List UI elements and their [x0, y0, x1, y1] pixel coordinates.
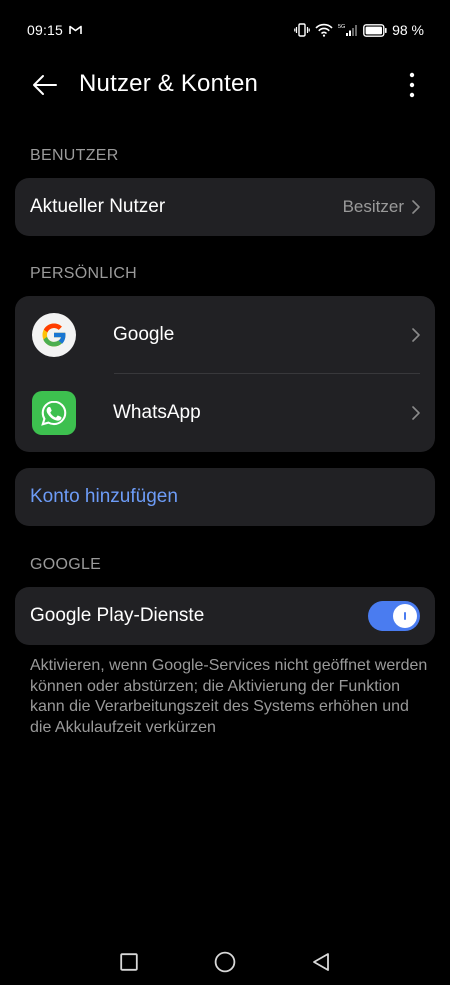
current-user-value: Besitzer [342, 197, 404, 216]
account-label-whatsapp: WhatsApp [113, 402, 201, 423]
account-google-right [412, 328, 420, 342]
battery-percent: 98 % [392, 22, 424, 38]
battery-icon [363, 23, 387, 37]
chevron-right-icon [412, 328, 420, 342]
more-vertical-icon [409, 72, 415, 98]
chevron-right-icon [412, 200, 420, 214]
app-bar: Nutzer & Konten [0, 58, 450, 112]
wifi-icon [315, 23, 333, 37]
play-services-row: Google Play-Dienste [15, 587, 435, 645]
arrow-left-icon [33, 75, 57, 95]
status-left: 09:15 [27, 22, 82, 38]
status-time: 09:15 [27, 22, 64, 38]
current-user-label: Aktueller Nutzer [30, 196, 166, 217]
account-whatsapp-right [412, 406, 420, 420]
add-account-card: Konto hinzufügen [15, 468, 435, 526]
chevron-right-icon [412, 406, 420, 420]
svg-text:5G: 5G [338, 24, 345, 30]
vibrate-icon [294, 23, 310, 37]
page-title: Nutzer & Konten [79, 70, 259, 97]
home-button[interactable] [213, 950, 237, 974]
current-user-row[interactable]: Aktueller Nutzer Besitzer [15, 178, 435, 236]
square-icon [120, 953, 138, 971]
section-header-google: GOOGLE [30, 556, 102, 573]
toggle-knob [393, 604, 417, 628]
play-services-description: Aktivieren, wenn Google-Services nicht g… [30, 657, 428, 736]
play-services-label: Google Play-Dienste [30, 605, 205, 626]
account-row-whatsapp[interactable]: WhatsApp [15, 374, 435, 452]
back-nav-button[interactable] [309, 950, 333, 974]
recents-button[interactable] [117, 950, 141, 974]
status-right: 5G 98 % [294, 22, 424, 38]
account-label-google: Google [113, 324, 175, 345]
play-services-right [368, 601, 420, 631]
navigation-bar [0, 940, 450, 984]
users-card: Aktueller Nutzer Besitzer [15, 178, 435, 236]
whatsapp-icon [32, 391, 76, 435]
add-account-label: Konto hinzufügen [30, 486, 178, 507]
back-button[interactable] [30, 70, 60, 100]
circle-icon [214, 951, 236, 973]
status-bar: 09:15 5G 98 % [0, 0, 450, 60]
more-options-button[interactable] [400, 70, 424, 100]
section-header-users: BENUTZER [30, 147, 119, 164]
current-user-right: Besitzer [343, 197, 420, 217]
accounts-card: Google WhatsApp [15, 296, 435, 452]
screen: 09:15 5G 98 % Nutzer & Konten BENUTZER A… [0, 0, 450, 985]
play-services-toggle[interactable] [368, 601, 420, 631]
section-header-personal: PERSÖNLICH [30, 265, 138, 282]
google-card: Google Play-Dienste [15, 587, 435, 645]
add-account-button[interactable]: Konto hinzufügen [15, 468, 435, 526]
account-row-google[interactable]: Google [15, 296, 435, 374]
google-icon [32, 313, 76, 357]
triangle-back-icon [313, 953, 329, 971]
gmail-icon [69, 25, 82, 35]
signal-5g-icon: 5G [338, 23, 358, 37]
